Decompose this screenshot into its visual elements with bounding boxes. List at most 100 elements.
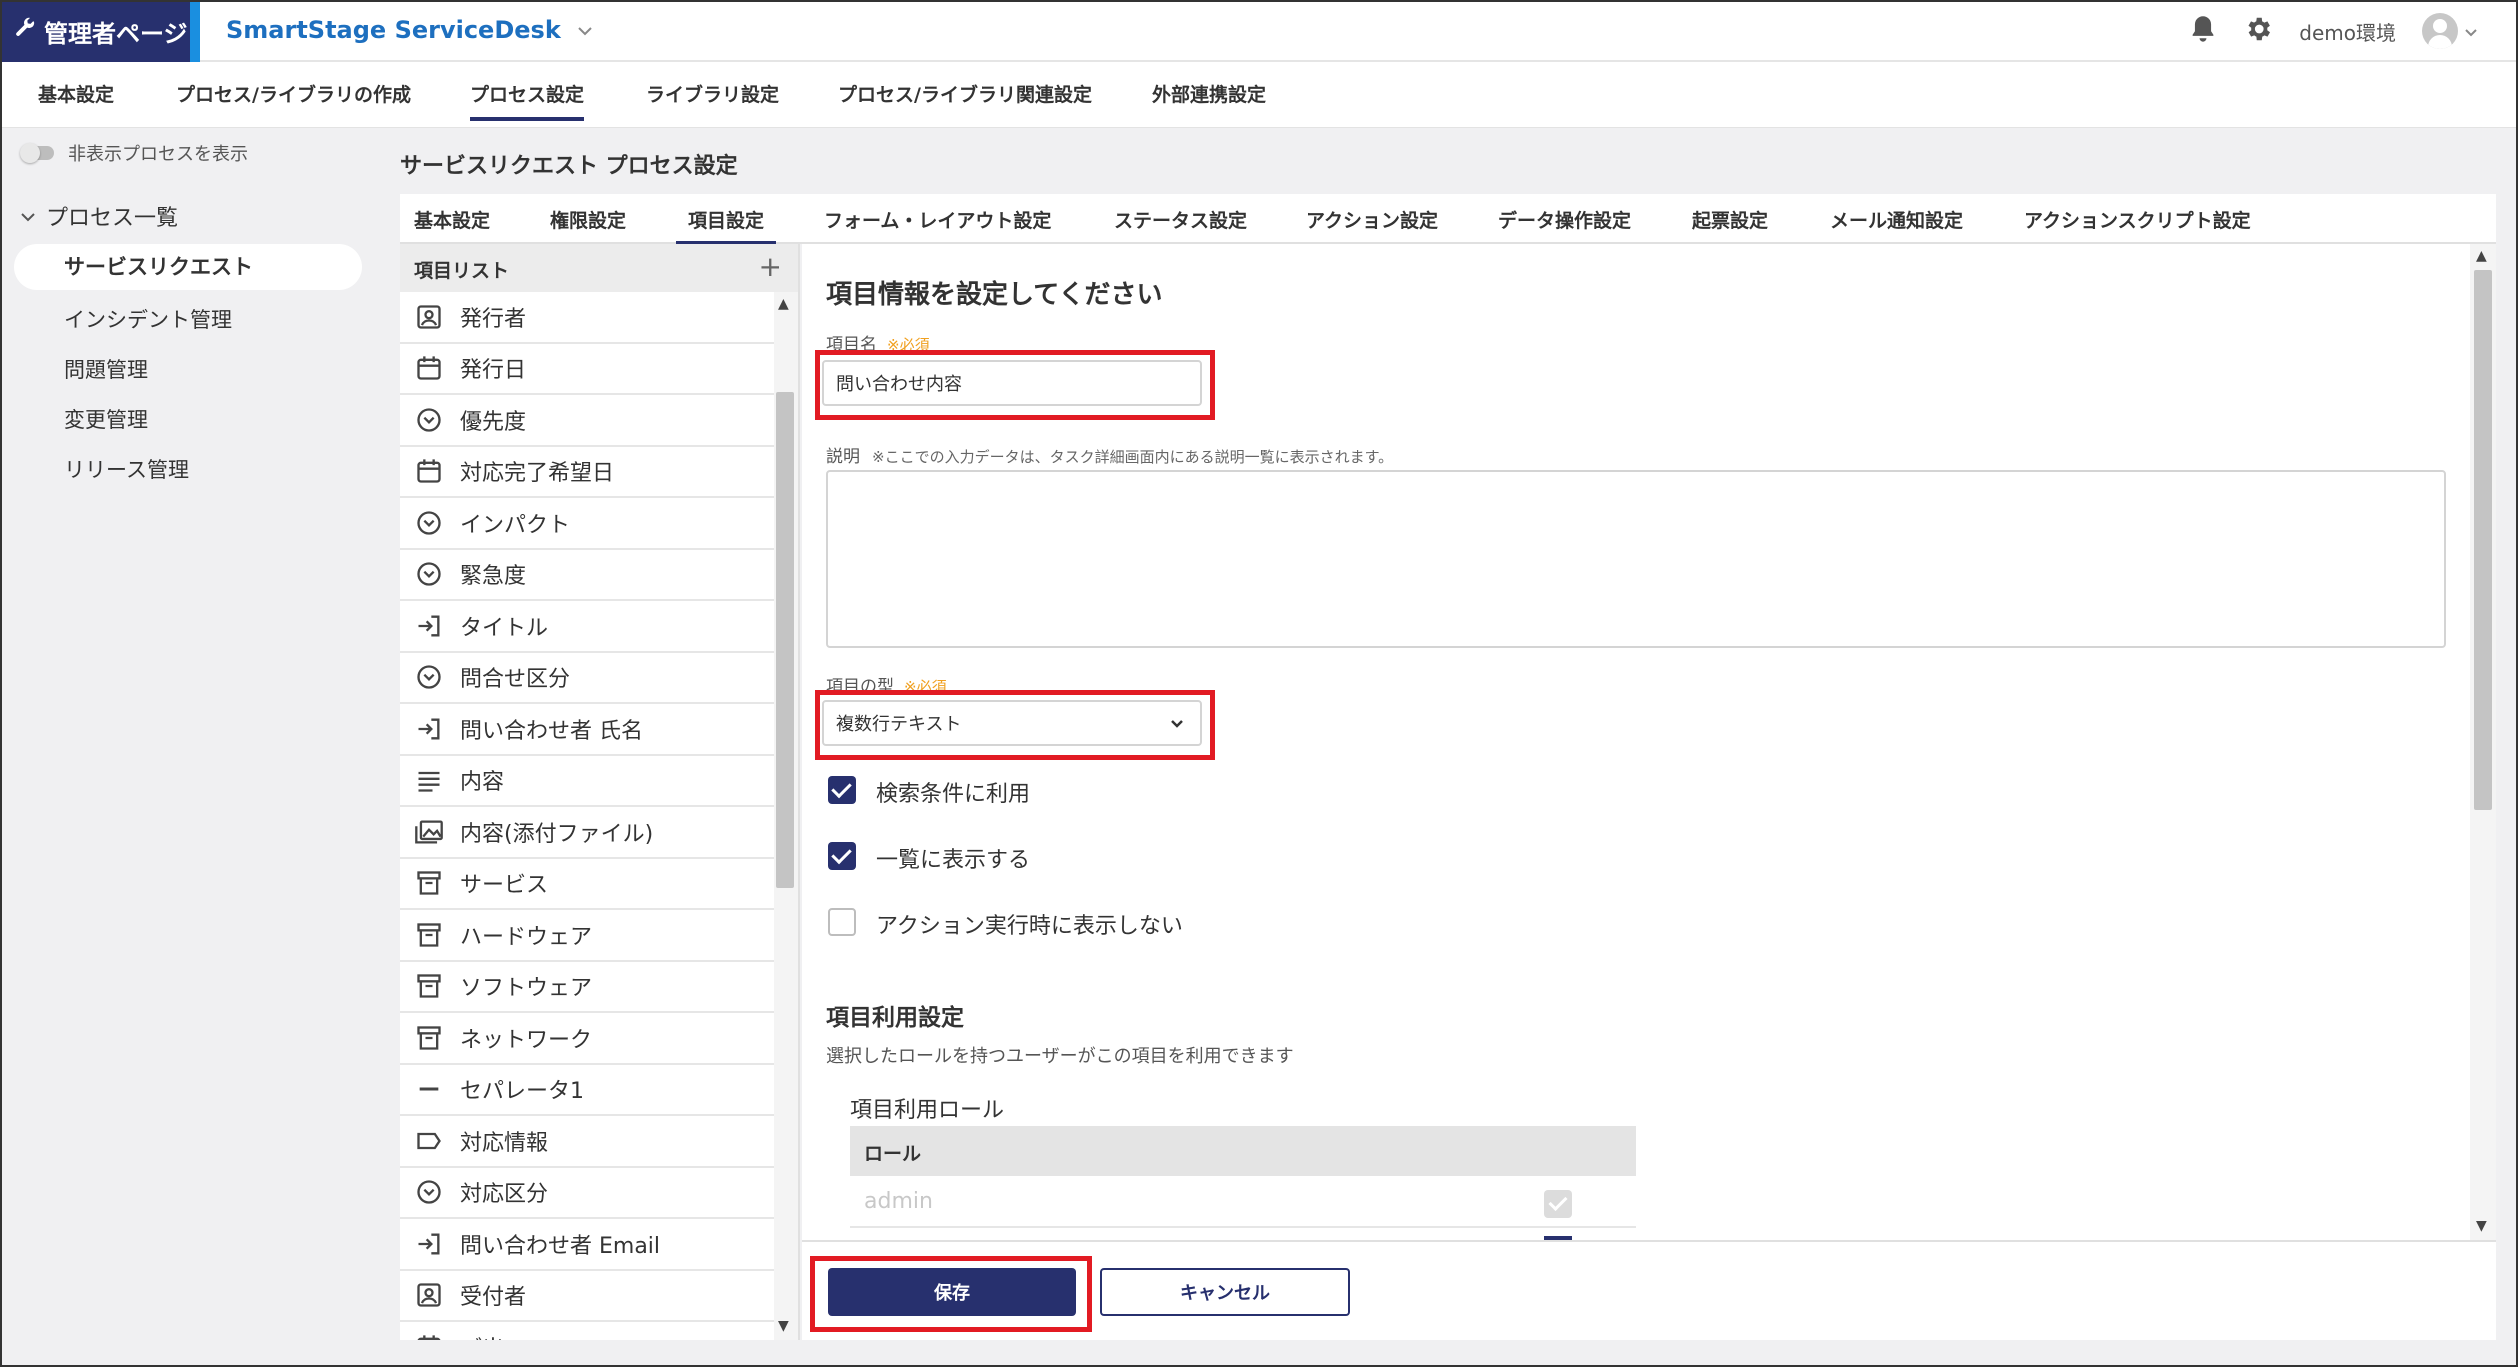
subtab-permissions[interactable]: 権限設定 <box>550 206 626 241</box>
list-item[interactable]: サービス <box>400 859 774 910</box>
list-item-label: 優先度 <box>460 409 527 435</box>
scroll-down-icon[interactable]: ▼ <box>2476 1218 2487 1234</box>
list-item[interactable]: 対応完了希望日 <box>400 447 774 498</box>
list-item[interactable]: 発行日 <box>400 344 774 395</box>
topnav-tab-library[interactable]: ライブラリ設定 <box>646 80 779 117</box>
item-list-panel: 項目リスト + 発行者発行日優先度対応完了希望日インパクト緊急度 タイトル 問合せ区… <box>400 244 800 1340</box>
list-item[interactable]: ご出... <box>400 1322 774 1340</box>
subtab-data-ops[interactable]: データ操作設定 <box>1498 206 1631 241</box>
sidebar-item-release[interactable]: リリース管理 <box>64 454 189 484</box>
toggle-switch[interactable] <box>20 143 54 163</box>
list-item-label: 問い合わせ者 Email <box>460 1233 661 1259</box>
role-table-title: 項目利用ロール <box>850 1098 1005 1123</box>
list-item[interactable]: 問合せ区分 <box>400 653 774 704</box>
dropdown-circle-icon <box>414 508 444 538</box>
list-item[interactable]: タイトル <box>400 601 774 653</box>
cancel-button[interactable]: キャンセル <box>1100 1268 1350 1316</box>
list-item-label: 発行者 <box>460 306 527 332</box>
subtab-creation[interactable]: 起票設定 <box>1692 206 1768 241</box>
description-textarea[interactable] <box>826 470 2446 648</box>
bell-icon[interactable] <box>2189 14 2217 49</box>
app-switcher[interactable]: SmartStage ServiceDesk <box>226 16 593 44</box>
list-item[interactable]: ハードウェア <box>400 910 774 962</box>
hide-on-action-checkbox[interactable] <box>828 908 856 936</box>
save-button[interactable]: 保存 <box>828 1268 1076 1316</box>
admin-page-badge[interactable]: 管理者ページ <box>0 0 190 62</box>
item-type-select[interactable]: 複数行テキスト <box>822 700 1202 746</box>
scroll-down-icon[interactable]: ▼ <box>778 1318 789 1334</box>
list-item[interactable]: 緊急度 <box>400 550 774 601</box>
list-item-label: インパクト <box>460 512 571 538</box>
list-item[interactable]: 優先度 <box>400 395 774 447</box>
description-hint: ※ここでの入力データは、タスク詳細画面内にある説明一覧に表示されます。 <box>872 448 1394 466</box>
hide-on-action-label: アクション実行時に表示しない <box>876 914 1183 939</box>
chevron-down-icon <box>577 20 593 41</box>
calendar-icon <box>414 1332 444 1340</box>
list-item[interactable]: 発行者 <box>400 292 774 344</box>
list-item[interactable]: ネットワーク <box>400 1013 774 1065</box>
scroll-up-icon[interactable]: ▲ <box>778 296 789 312</box>
process-list-header[interactable]: プロセス一覧 <box>20 200 178 232</box>
scroll-up-icon[interactable]: ▲ <box>2476 248 2487 264</box>
chevron-down-icon <box>20 204 36 229</box>
search-condition-checkbox[interactable] <box>828 776 856 804</box>
item-list-scroll-thumb[interactable] <box>776 392 794 888</box>
item-type-value: 複数行テキスト <box>836 714 962 735</box>
subtab-form-layout[interactable]: フォーム・レイアウト設定 <box>824 206 1051 241</box>
list-item[interactable]: 内容(添付ファイル) <box>400 807 774 859</box>
app-header: 管理者ページ SmartStage ServiceDesk demo環境 <box>0 0 2518 62</box>
item-name-input[interactable]: 問い合わせ内容 <box>822 360 1202 406</box>
topnav-tab-process-settings[interactable]: プロセス設定 <box>470 80 585 121</box>
subtab-basic[interactable]: 基本設定 <box>414 206 490 241</box>
description-label: 説明 ※ここでの入力データは、タスク詳細画面内にある説明一覧に表示されます。 <box>826 447 1394 467</box>
sub-tabs: 基本設定 権限設定 項目設定 フォーム・レイアウト設定 ステータス設定 アクショ… <box>400 194 2496 245</box>
subtab-mail[interactable]: メール通知設定 <box>1830 206 1963 241</box>
topnav-tab-external[interactable]: 外部連携設定 <box>1152 80 1266 117</box>
list-item[interactable]: 問い合わせ者 氏名 <box>400 704 774 756</box>
list-item-label: 内容 <box>460 770 505 796</box>
show-in-list-checkbox[interactable] <box>828 842 856 870</box>
item-name-value: 問い合わせ内容 <box>836 374 962 395</box>
subtab-status[interactable]: ステータス設定 <box>1114 206 1247 241</box>
item-list-header: 項目リスト + <box>400 244 798 292</box>
input-arrow-icon <box>414 714 444 744</box>
list-item[interactable]: インパクト <box>400 498 774 550</box>
chevron-down-icon <box>1170 713 1184 734</box>
list-item[interactable]: セパレータ1 <box>400 1065 774 1116</box>
item-list-title: 項目リスト <box>414 260 510 282</box>
person-box-icon <box>414 302 444 332</box>
show-hidden-toggle[interactable]: 非表示プロセスを表示 <box>20 140 248 166</box>
input-arrow-icon <box>414 1229 444 1259</box>
add-item-button[interactable]: + <box>759 250 782 283</box>
sidebar-item-problem[interactable]: 問題管理 <box>64 354 148 384</box>
list-item[interactable]: 内容 <box>400 756 774 807</box>
topnav-tab-basic[interactable]: 基本設定 <box>38 80 114 117</box>
list-item[interactable]: 問い合わせ者 Email <box>400 1219 774 1271</box>
role-table-header: ロール <box>850 1126 1636 1176</box>
wrench-icon <box>14 17 36 45</box>
page-title: サービスリクエスト プロセス設定 <box>400 154 738 179</box>
image-gallery-icon <box>414 817 444 847</box>
list-item-label: サービス <box>460 873 549 899</box>
sidebar-item-service-request[interactable]: サービスリクエスト <box>14 244 362 290</box>
role-admin-checkbox <box>1544 1190 1572 1218</box>
subtab-items[interactable]: 項目設定 <box>676 206 777 245</box>
gear-icon[interactable] <box>2243 14 2273 49</box>
list-item[interactable]: 対応情報 <box>400 1116 774 1168</box>
list-item[interactable]: 対応区分 <box>400 1168 774 1219</box>
process-list-label: プロセス一覧 <box>46 206 179 231</box>
list-item[interactable]: ソフトウェア <box>400 962 774 1013</box>
form-scroll-thumb[interactable] <box>2474 270 2492 810</box>
person-box-icon <box>414 1280 444 1310</box>
input-arrow-icon <box>414 611 444 641</box>
subtab-actions[interactable]: アクション設定 <box>1306 206 1438 241</box>
topnav-tab-create[interactable]: プロセス/ライブラリの作成 <box>176 80 411 117</box>
user-menu[interactable] <box>2422 13 2478 49</box>
dropdown-circle-icon <box>414 1177 444 1207</box>
topnav-tab-relations[interactable]: プロセス/ライブラリ関連設定 <box>838 80 1092 117</box>
subtab-action-script[interactable]: アクションスクリプト設定 <box>2024 206 2251 241</box>
sidebar-item-incident[interactable]: インシデント管理 <box>64 304 232 334</box>
list-item[interactable]: 受付者 <box>400 1271 774 1322</box>
archive-box-icon <box>414 868 444 898</box>
sidebar-item-change[interactable]: 変更管理 <box>64 404 148 434</box>
